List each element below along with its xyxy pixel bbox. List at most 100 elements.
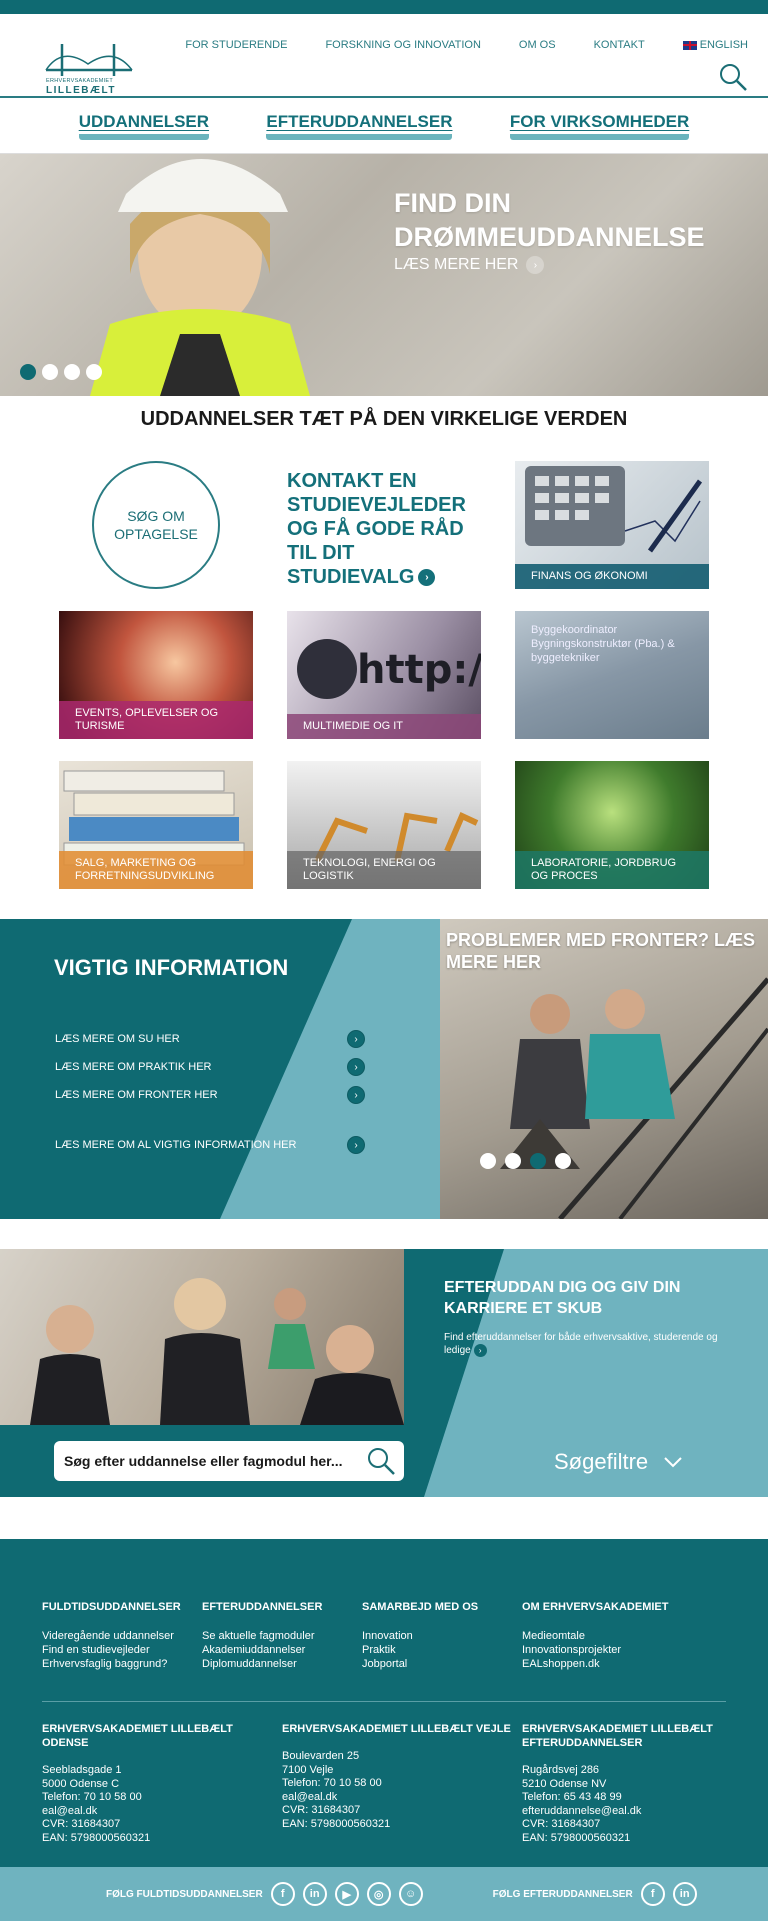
tile-label: TEKNOLOGI, ENERGI OG LOGISTIK xyxy=(287,851,481,889)
address-phone: Telefon: 70 10 58 00 xyxy=(42,1791,142,1803)
address-cvr: CVR: 31684307 xyxy=(282,1804,361,1816)
carousel-dot[interactable] xyxy=(20,364,36,380)
fronter-promo[interactable]: PROBLEMER MED FRONTER? LÆS MERE HER xyxy=(440,919,768,1219)
address-email[interactable]: efteruddannelse@eal.dk xyxy=(522,1805,722,1819)
facebook-icon[interactable]: f xyxy=(270,1882,295,1906)
address-ean: EAN: 5798000560321 xyxy=(522,1831,631,1844)
hero-banner[interactable]: FIND DIN DRØMMEUDDANNELSE LÆS MERE HER › xyxy=(0,154,768,396)
follow-full-label: FØLG FULDTIDSUDDANNELSER xyxy=(106,1888,263,1900)
carousel-dot[interactable] xyxy=(42,364,58,380)
language-switch[interactable]: ENGLISH xyxy=(682,39,748,51)
footer-link[interactable]: Erhvervsfaglig baggrund? xyxy=(42,1658,167,1670)
address-odense: ERHVERVSAKADEMIET LILLEBÆLT ODENSE Seebl… xyxy=(42,1722,282,1845)
link-su[interactable]: LÆS MERE OM SU HER › xyxy=(55,1025,365,1053)
tile-label: FINANS OG ØKONOMI xyxy=(515,564,709,589)
youtube-icon[interactable]: ▶ xyxy=(334,1882,359,1906)
linkedin-icon[interactable]: in xyxy=(302,1882,327,1906)
top-nav: FOR STUDERENDE FORSKNING OG INNOVATION O… xyxy=(185,39,748,51)
carousel-dot[interactable] xyxy=(64,364,80,380)
address-efteruddannelser: ERHVERVSAKADEMIET LILLEBÆLT EFTERUDDANNE… xyxy=(522,1722,722,1845)
top-stripe xyxy=(0,0,768,14)
topnav-om-os[interactable]: OM OS xyxy=(519,39,556,51)
contact-tile[interactable]: KONTAKT EN STUDIEVEJLEDER OG FÅ GODE RÅD… xyxy=(287,461,481,589)
address-line: 7100 Vejle xyxy=(282,1763,334,1776)
footer-link[interactable]: Medieomtale xyxy=(522,1630,585,1642)
follow-eft-label: FØLG EFTERUDDANNELSER xyxy=(492,1888,633,1900)
footer-link[interactable]: Innovationsprojekter xyxy=(522,1644,621,1656)
footer-link[interactable]: Jobportal xyxy=(362,1658,407,1670)
tile-lab[interactable]: LABORATORIE, JORDBRUG OG PROCES xyxy=(515,761,709,889)
footer-link[interactable]: Diplomuddannelser xyxy=(202,1658,297,1670)
continuing-education-title: EFTERUDDAN DIG OG GIV DIN KARRIERE ET SK… xyxy=(444,1279,681,1317)
search-filter-toggle[interactable]: Søgefiltre xyxy=(554,1449,682,1475)
linkedin-icon[interactable]: in xyxy=(672,1882,697,1906)
logo-name: LILLEBÆLT xyxy=(46,85,116,96)
address-cvr: CVR: 31684307 xyxy=(42,1818,121,1830)
mainnav-virksomheder[interactable]: FOR VIRKSOMHEDER xyxy=(509,112,690,140)
promo-carousel-dots xyxy=(480,1153,571,1169)
footer-link-columns: FULDTIDSUDDANNELSER Videregående uddanne… xyxy=(42,1601,726,1671)
topnav-kontakt[interactable]: KONTAKT xyxy=(594,39,645,51)
apply-button[interactable]: SØG OM OPTAGELSE xyxy=(92,461,220,589)
link-all-info[interactable]: LÆS MERE OM AL VIGTIG INFORMATION HER › xyxy=(55,1131,365,1159)
svg-text:http://www: http://www xyxy=(357,647,481,693)
address-email[interactable]: eal@eal.dk xyxy=(42,1805,282,1819)
chevron-right-icon: › xyxy=(347,1058,365,1076)
hero-read-more[interactable]: LÆS MERE HER › xyxy=(394,256,545,274)
chevron-right-icon: › xyxy=(347,1030,365,1048)
snapchat-icon[interactable]: ☺ xyxy=(398,1882,423,1906)
footer-link[interactable]: Praktik xyxy=(362,1644,396,1656)
instagram-icon[interactable]: ◎ xyxy=(366,1882,391,1906)
mainnav-uddannelser[interactable]: UDDANNELSER xyxy=(78,112,210,140)
course-search-input[interactable]: Søg efter uddannelse eller fagmodul her.… xyxy=(54,1441,404,1481)
facebook-icon[interactable]: f xyxy=(640,1882,665,1906)
fronter-promo-title: PROBLEMER MED FRONTER? LÆS MERE HER xyxy=(446,930,755,972)
topnav-studerende[interactable]: FOR STUDERENDE xyxy=(185,39,287,51)
topnav-forskning[interactable]: FORSKNING OG INNOVATION xyxy=(325,39,480,51)
carousel-dot[interactable] xyxy=(86,364,102,380)
chevron-right-icon: › xyxy=(347,1136,365,1154)
footer-link[interactable]: EALshoppen.dk xyxy=(522,1658,600,1670)
tile-salg[interactable]: SALG, MARKETING OG FORRETNINGSUDVIKLING xyxy=(59,761,253,889)
carousel-dot[interactable] xyxy=(480,1153,496,1169)
link-fronter[interactable]: LÆS MERE OM FRONTER HER › xyxy=(55,1081,365,1109)
social-bar: FØLG FULDTIDSUDDANNELSER f in ▶ ◎ ☺ FØLG… xyxy=(0,1867,768,1921)
address-title: ERHVERVSAKADEMIET LILLEBÆLT VEJLE xyxy=(282,1723,511,1735)
footer-col-efteruddannelser: EFTERUDDANNELSER Se aktuelle fagmoduler … xyxy=(202,1601,362,1671)
tile-finans[interactable]: FINANS OG ØKONOMI xyxy=(515,461,709,589)
people-laptop-photo xyxy=(30,1278,404,1425)
important-info-panel: VIGTIG INFORMATION LÆS MERE OM SU HER › L… xyxy=(0,919,440,1219)
address-ean: EAN: 5798000560321 xyxy=(42,1831,151,1844)
tile-bygge[interactable]: Byggekoordinator Bygningskonstruktør (Pb… xyxy=(515,611,709,739)
tile-label: SALG, MARKETING OG FORRETNINGSUDVIKLING xyxy=(59,851,253,889)
hero-read-more-label: LÆS MERE HER xyxy=(394,256,519,273)
footer-link[interactable]: Se aktuelle fagmoduler xyxy=(202,1630,315,1642)
apply-tile: SØG OM OPTAGELSE xyxy=(59,461,253,589)
footer-link[interactable]: Videregående uddannelser xyxy=(42,1630,174,1642)
link-praktik[interactable]: LÆS MERE OM PRAKTIK HER › xyxy=(55,1053,365,1081)
carousel-dot[interactable] xyxy=(530,1153,546,1169)
address-phone: Telefon: 70 10 58 00 xyxy=(282,1777,382,1789)
continuing-education-left: Søg efter uddannelse eller fagmodul her.… xyxy=(0,1249,404,1497)
chevron-right-icon: › xyxy=(347,1086,365,1104)
address-title: ERHVERVSAKADEMIET LILLEBÆLT EFTERUDDANNE… xyxy=(522,1723,713,1749)
address-phone: Telefon: 65 43 48 99 xyxy=(522,1791,622,1803)
tile-events[interactable]: EVENTS, OPLEVELSER OG TURISME xyxy=(59,611,253,739)
address-email[interactable]: eal@eal.dk xyxy=(282,1791,522,1805)
tile-teknologi[interactable]: TEKNOLOGI, ENERGI OG LOGISTIK xyxy=(287,761,481,889)
footer-link[interactable]: Innovation xyxy=(362,1630,413,1642)
footer-link[interactable]: Find en studievejleder xyxy=(42,1644,150,1656)
carousel-dot[interactable] xyxy=(555,1153,571,1169)
address-ean: EAN: 5798000560321 xyxy=(282,1817,391,1830)
hero-title: FIND DIN DRØMMEUDDANNELSE xyxy=(394,188,705,252)
carousel-dot[interactable] xyxy=(505,1153,521,1169)
mainnav-efteruddannelser[interactable]: EFTERUDDANNELSER xyxy=(266,112,453,140)
footer-col-title: EFTERUDDANNELSER xyxy=(202,1601,323,1613)
footer-addresses: ERHVERVSAKADEMIET LILLEBÆLT ODENSE Seebl… xyxy=(42,1722,726,1845)
search-icon[interactable] xyxy=(718,62,748,92)
contact-text: KONTAKT EN STUDIEVEJLEDER OG FÅ GODE RÅD… xyxy=(287,470,466,588)
continuing-education-link[interactable]: Find efteruddannelser for både erhvervsa… xyxy=(444,1331,724,1357)
search-icon[interactable] xyxy=(366,1446,396,1476)
footer-link[interactable]: Akademiuddannelser xyxy=(202,1644,305,1656)
tile-multimedie[interactable]: http://www MULTIMEDIE OG IT xyxy=(287,611,481,739)
